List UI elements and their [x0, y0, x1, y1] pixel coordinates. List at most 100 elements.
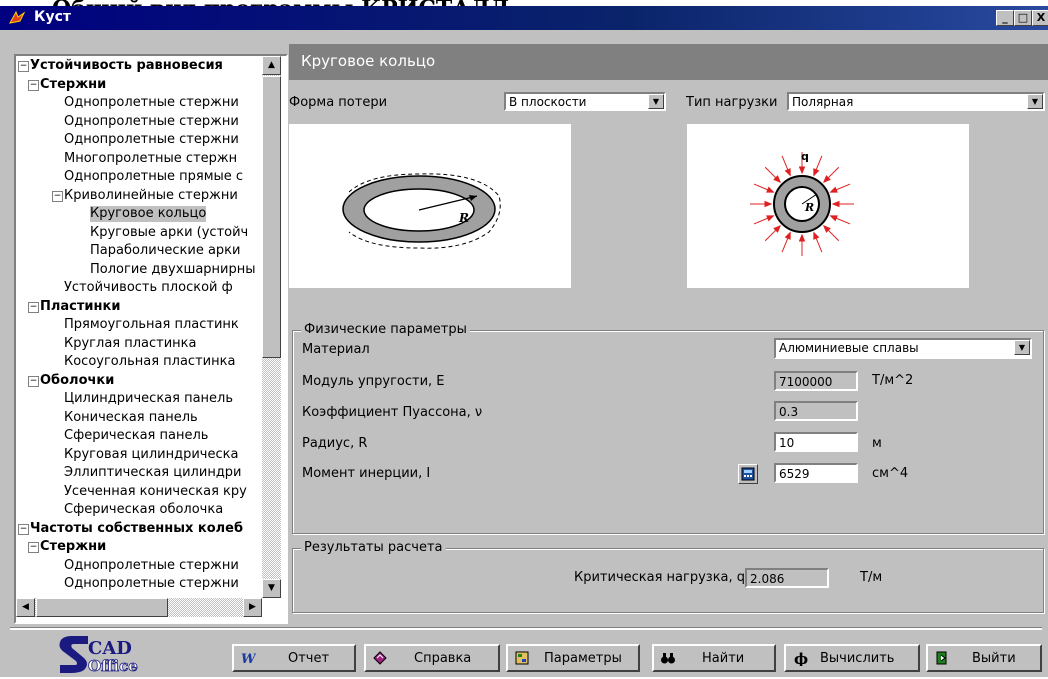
params-label: Параметры: [544, 651, 622, 666]
tree-toggle-icon[interactable]: −: [28, 301, 39, 313]
chevron-down-icon[interactable]: ▼: [648, 94, 664, 109]
title-bar[interactable]: Куст _ □ X: [0, 6, 1048, 30]
tree-item[interactable]: Сферическая панель: [64, 428, 208, 444]
scroll-down-button[interactable]: ▼: [262, 579, 281, 598]
scroll-left-button[interactable]: ◀: [16, 598, 35, 617]
radius-unit: м: [872, 436, 882, 451]
tree-view[interactable]: − Устойчивость равновесия − Стержни Однопрол…: [14, 54, 288, 624]
tree-toggle-icon[interactable]: −: [28, 375, 39, 387]
tree-item[interactable]: Пологие двухшарнирны: [90, 262, 256, 278]
modulus-unit: Т/м^2: [872, 373, 914, 388]
exit-label: Выйти: [972, 651, 1016, 666]
loss-form-select[interactable]: В плоскости ▼: [504, 92, 666, 111]
load-arrowhead: [798, 166, 806, 175]
tree-item[interactable]: Круглая пластинка: [64, 336, 197, 352]
window-title: Куст: [34, 9, 71, 25]
tree-toggle-icon[interactable]: −: [52, 190, 63, 202]
inertia-label: Момент инерции, I: [302, 466, 431, 481]
loss-form-value: В плоскости: [509, 95, 587, 109]
word-icon: W: [241, 652, 256, 666]
inertia-unit: см^4: [872, 466, 909, 481]
tree-toggle-icon[interactable]: −: [18, 523, 29, 535]
tree-item[interactable]: Цилиндрическая панель: [64, 391, 233, 407]
tree-vertical-scrollbar[interactable]: ▲ ▼: [262, 56, 281, 598]
critical-load-unit: Т/м: [860, 570, 883, 585]
results-title: Результаты расчета: [301, 540, 446, 555]
help-button[interactable]: Справка: [364, 644, 500, 672]
tree-toggle-icon[interactable]: −: [18, 61, 29, 72]
svg-text:W: W: [241, 652, 256, 666]
tree-item[interactable]: Круговая цилиндрическа: [64, 447, 238, 463]
material-select[interactable]: Алюминиевые сплавы ▼: [774, 338, 1032, 359]
tree-item[interactable]: Однопролетные стержни: [64, 576, 239, 592]
scroll-up-button[interactable]: ▲: [262, 56, 281, 75]
radius-label: Радиус, R: [302, 436, 368, 451]
load-arrowhead: [766, 215, 775, 222]
svg-text:ϕ: ϕ: [794, 650, 808, 666]
chevron-down-icon[interactable]: ▼: [1014, 340, 1030, 355]
tree-item[interactable]: Однопролетные стержни: [64, 558, 239, 574]
tree-item[interactable]: Оболочки: [40, 373, 114, 389]
physical-params-group: Физические параметры: [292, 322, 1044, 534]
tree-item[interactable]: Круговые арки (устойч: [90, 225, 248, 241]
modulus-field: 7100000: [774, 371, 858, 391]
load-arrowhead: [798, 233, 806, 242]
tree-item[interactable]: Прямоугольная пластинк: [64, 317, 239, 333]
load-arrowhead: [829, 186, 838, 193]
inertia-input[interactable]: 6529: [774, 463, 858, 483]
logo-bottom-text: Office: [88, 657, 138, 674]
physical-params-title: Физические параметры: [301, 322, 470, 337]
load-arrowhead: [766, 186, 775, 193]
minimize-button[interactable]: _: [996, 10, 1014, 26]
tree-item[interactable]: Многопролетные стержн: [64, 151, 237, 167]
scroll-right-button[interactable]: ▶: [243, 598, 262, 617]
app-icon: [9, 10, 26, 24]
tree-item[interactable]: Однопролетные стержни: [64, 132, 239, 148]
tree-item[interactable]: Криволинейные стержни: [64, 188, 238, 204]
tree-horizontal-scrollbar[interactable]: ◀ ▶: [16, 598, 262, 617]
tree-item[interactable]: Параболические арки: [90, 243, 240, 259]
tree-item[interactable]: Пластинки: [40, 299, 120, 315]
tree-item[interactable]: Коническая панель: [64, 410, 198, 426]
ring-radius-label: R: [458, 211, 469, 225]
tree-item[interactable]: Сферическая оболочка: [64, 502, 223, 518]
calculator-button[interactable]: [738, 464, 758, 484]
params-button[interactable]: Параметры: [506, 644, 640, 672]
load-arrowhead: [813, 168, 820, 177]
tree-item[interactable]: Однопролетные стержни: [64, 95, 239, 111]
tree-item[interactable]: Устойчивость плоской ф: [64, 280, 233, 296]
chevron-down-icon[interactable]: ▼: [1027, 94, 1043, 109]
tree-item[interactable]: Круговое кольцо: [90, 206, 207, 222]
compute-button[interactable]: ϕ Вычислить: [784, 644, 920, 672]
close-button[interactable]: X: [1032, 10, 1048, 26]
tree-item[interactable]: Усеченная коническая кру: [64, 484, 247, 500]
tree-item[interactable]: Однопролетные стержни: [64, 114, 239, 130]
tree-item[interactable]: Однопролетные прямые с: [64, 169, 243, 185]
find-button[interactable]: Найти: [652, 644, 776, 672]
maximize-button[interactable]: □: [1014, 10, 1032, 26]
load-type-label: Тип нагрузки: [686, 95, 778, 110]
exit-button[interactable]: Выйти: [926, 644, 1042, 672]
critical-load-label: Критическая нагрузка, qₓ: [574, 570, 751, 585]
tree-item[interactable]: Эллиптическая цилиндри: [64, 465, 242, 481]
hscroll-thumb[interactable]: [36, 598, 168, 617]
radius-input[interactable]: 10: [774, 432, 858, 452]
polar-load-diagram: q R: [750, 150, 854, 256]
load-arrowhead: [831, 200, 840, 208]
tree-item[interactable]: Стержни: [40, 77, 106, 93]
load-arrowhead: [784, 168, 791, 177]
material-value: Алюминиевые сплавы: [779, 341, 919, 355]
load-arrowhead: [829, 215, 838, 222]
tree-item[interactable]: Косоугольная пластинка: [64, 354, 235, 370]
report-label: Отчет: [288, 651, 330, 666]
report-button[interactable]: W Отчет: [232, 644, 356, 672]
tree-item[interactable]: Стержни: [40, 539, 106, 555]
phi-icon: ϕ: [794, 650, 808, 666]
tree-item[interactable]: Устойчивость равновесия: [30, 58, 223, 74]
tree-toggle-icon[interactable]: −: [28, 79, 39, 91]
tree-toggle-icon[interactable]: −: [28, 542, 39, 553]
compute-label: Вычислить: [820, 651, 895, 666]
scroll-thumb[interactable]: [262, 76, 281, 358]
load-type-select[interactable]: Полярная ▼: [787, 92, 1045, 111]
tree-item[interactable]: Частоты собственных колеб: [30, 521, 243, 537]
